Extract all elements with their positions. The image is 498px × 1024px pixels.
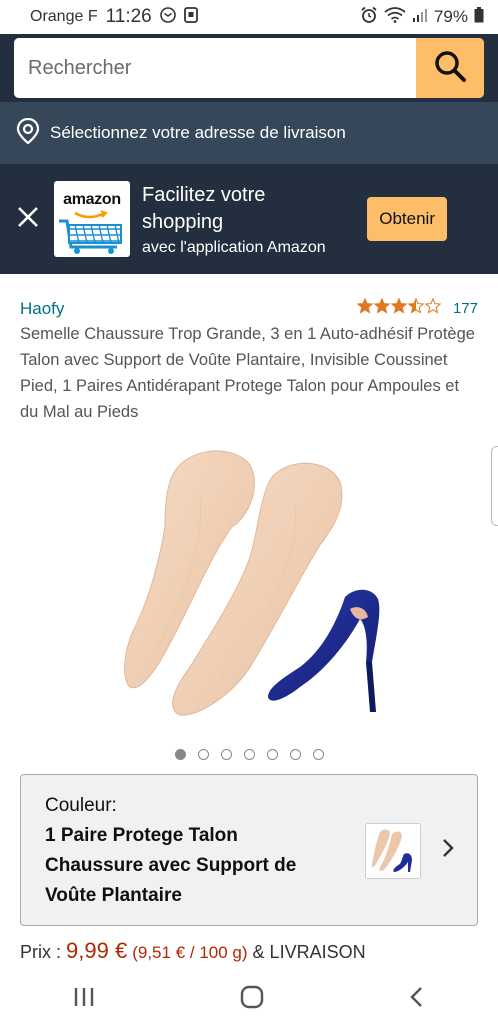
color-label: Couleur: bbox=[45, 795, 117, 816]
carousel-dot[interactable] bbox=[197, 749, 209, 760]
app-banner-line3: avec l'application Amazon bbox=[142, 238, 326, 256]
rating-stars[interactable]: 177 bbox=[356, 297, 478, 319]
close-banner-button[interactable] bbox=[12, 203, 44, 235]
wifi-icon bbox=[384, 6, 406, 28]
color-selector[interactable]: Couleur: 1 Paire Protege Talon Chaussure… bbox=[20, 774, 478, 926]
search-header bbox=[0, 34, 498, 102]
product-image-illustration bbox=[124, 450, 380, 716]
alarm-icon bbox=[360, 6, 378, 29]
carousel-dot[interactable] bbox=[220, 749, 232, 760]
carousel-dot[interactable] bbox=[312, 749, 324, 760]
delivery-address-label: Sélectionnez votre adresse de livraison bbox=[50, 123, 346, 142]
carousel-dot[interactable] bbox=[243, 749, 255, 760]
price-amount: 9,99 € bbox=[66, 938, 128, 963]
app-banner-line2: shopping bbox=[142, 210, 224, 233]
price-label: Prix : bbox=[20, 942, 62, 962]
app-install-banner: amazon Facilitez votre shopping avec l'a… bbox=[0, 164, 498, 274]
price-row: Prix : 9,99 € (9,51 € / 100 g) & LIVRAIS… bbox=[20, 938, 366, 964]
chevron-right-icon bbox=[441, 837, 455, 864]
scroll-handle[interactable] bbox=[491, 446, 498, 526]
unit-price: (9,51 € / 100 g) bbox=[132, 943, 248, 962]
app-banner-text: Facilitez votre shopping avec l'applicat… bbox=[142, 182, 326, 257]
battery-icon bbox=[474, 6, 484, 28]
app-banner-line1: Facilitez votre bbox=[142, 183, 266, 206]
star-2 bbox=[373, 297, 391, 314]
stars-icon bbox=[356, 297, 443, 319]
signal-icon bbox=[412, 7, 428, 27]
product-title: Semelle Chaussure Trop Grande, 3 en 1 Au… bbox=[20, 325, 475, 421]
back-button[interactable] bbox=[408, 985, 426, 1014]
close-icon bbox=[16, 205, 40, 234]
system-nav-bar bbox=[0, 974, 498, 1024]
delivery-address-bar[interactable]: Sélectionnez votre adresse de livraison bbox=[0, 102, 498, 164]
rating-count[interactable]: 177 bbox=[453, 300, 478, 317]
notification-icon bbox=[183, 6, 198, 28]
search-button[interactable] bbox=[416, 38, 484, 98]
brand-link[interactable]: Haofy bbox=[20, 299, 64, 319]
location-pin-icon bbox=[16, 117, 40, 149]
search-box bbox=[14, 38, 484, 98]
star-4 bbox=[407, 297, 425, 314]
image-carousel-dots bbox=[0, 749, 498, 760]
carousel-dot[interactable] bbox=[266, 749, 278, 760]
star-1 bbox=[356, 297, 374, 314]
shopping-cart-icon bbox=[59, 210, 122, 254]
amazon-logo-text: amazon bbox=[63, 191, 121, 208]
color-value: 1 Paire Protege Talon Chaussure avec Sup… bbox=[45, 825, 297, 906]
clock: 11:26 bbox=[105, 6, 152, 27]
home-button[interactable] bbox=[239, 984, 265, 1015]
amazon-app-logo: amazon bbox=[54, 181, 130, 257]
carousel-dot[interactable] bbox=[174, 749, 186, 760]
status-bar: Orange F 11:26 79% bbox=[0, 0, 498, 34]
search-icon bbox=[433, 49, 467, 88]
delivery-suffix: & LIVRAISON bbox=[252, 942, 366, 962]
carrier-name: Orange F bbox=[30, 8, 98, 25]
product-image[interactable] bbox=[0, 437, 498, 737]
product-section: Haofy 177 Semelle Chaussure Trop Grande,… bbox=[0, 297, 498, 425]
color-thumbnail[interactable] bbox=[365, 823, 421, 879]
message-icon bbox=[159, 6, 176, 28]
get-app-button[interactable]: Obtenir bbox=[367, 197, 447, 241]
star-5 bbox=[424, 297, 442, 314]
recent-apps-button[interactable] bbox=[72, 986, 96, 1013]
carousel-dot[interactable] bbox=[289, 749, 301, 760]
battery-level: 79% bbox=[433, 7, 468, 26]
star-3 bbox=[390, 297, 408, 314]
search-input[interactable] bbox=[14, 38, 416, 98]
